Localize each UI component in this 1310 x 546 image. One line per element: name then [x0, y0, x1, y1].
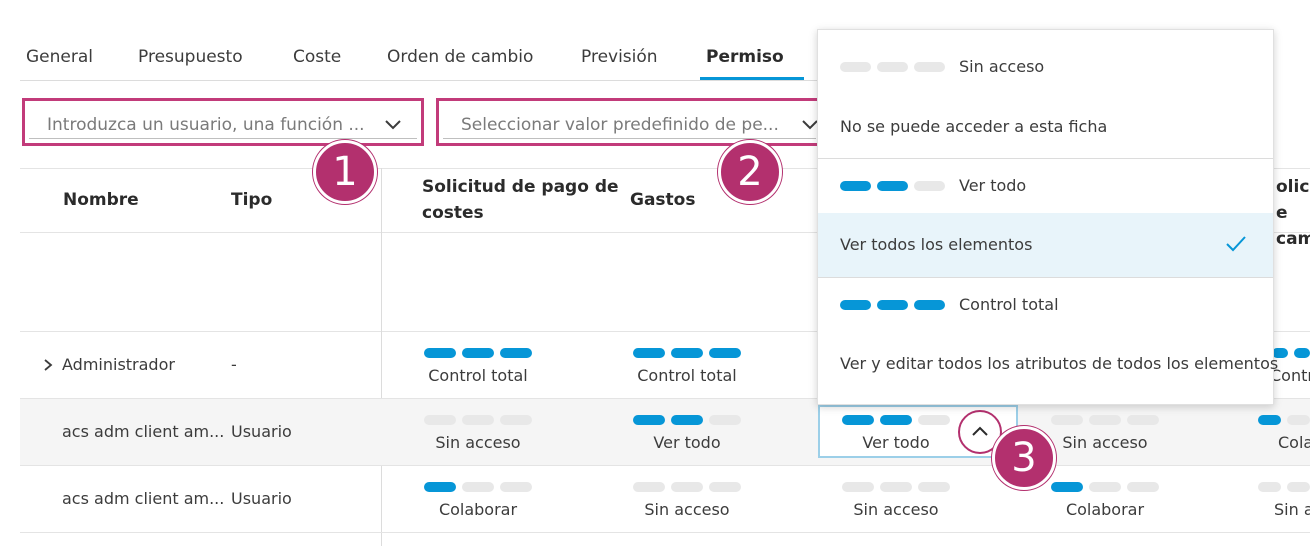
permission-level-bars	[840, 181, 945, 191]
permission-level-bars	[840, 300, 945, 310]
column-header-cost-payment: Solicitud de pago de costes	[422, 177, 619, 223]
permission-level-bars	[418, 348, 538, 358]
chevron-down-icon[interactable]	[383, 114, 403, 134]
chevron-up-icon	[972, 426, 988, 436]
permission-cell[interactable]: Cola	[1258, 415, 1310, 452]
column-header-expenses: Gastos	[630, 190, 696, 210]
column-header-name: Nombre	[63, 190, 139, 210]
permission-level-bars	[1045, 415, 1165, 425]
permission-level-bars	[836, 482, 956, 492]
row-type: -	[231, 355, 237, 374]
permission-cell[interactable]: Control total	[418, 348, 538, 385]
permission-level-bars	[418, 482, 538, 492]
permission-level-dropdown: Sin acceso No se puede acceder a esta fi…	[817, 29, 1278, 406]
tab-coste[interactable]: Coste	[293, 47, 341, 67]
tab-permiso[interactable]: Permiso	[706, 47, 784, 67]
permission-cell[interactable]: Sin a	[1258, 482, 1310, 519]
callout-marker-1: 1	[313, 140, 377, 204]
permission-level-bars	[840, 62, 945, 72]
option-sin-acceso[interactable]: Sin acceso No se puede acceder a esta fi…	[818, 30, 1273, 158]
permission-cell[interactable]: Control total	[627, 348, 747, 385]
preset-permission-filter[interactable]: Seleccionar valor predefinido de pe...	[436, 98, 820, 146]
permission-cell[interactable]: Sin acceso	[836, 482, 956, 519]
user-role-filter[interactable]: Introduzca un usuario, una función ...	[22, 98, 424, 146]
option-ver-todo[interactable]: Ver todo Ver todos los elementos	[818, 159, 1273, 277]
callout-marker-3: 3	[992, 426, 1056, 490]
permission-level-bars	[627, 348, 747, 358]
column-header-type: Tipo	[231, 190, 273, 210]
permission-level-bars	[1258, 415, 1310, 425]
permission-cell[interactable]: Ver todo	[627, 415, 747, 452]
row-name-administrador[interactable]: Administrador	[62, 355, 175, 374]
active-tab-indicator	[700, 77, 804, 80]
expand-chevron-icon[interactable]	[42, 358, 54, 372]
tab-bar: General Presupuesto Coste Orden de cambi…	[20, 44, 820, 81]
tab-orden-de-cambio[interactable]: Orden de cambio	[387, 47, 533, 67]
permission-cell[interactable]: Colaborar	[418, 482, 538, 519]
frozen-column-divider	[381, 168, 382, 546]
preset-filter-placeholder: Seleccionar valor predefinido de pe...	[461, 115, 779, 135]
row-type: Usuario	[231, 422, 292, 441]
user-filter-placeholder: Introduzca un usuario, una función ...	[47, 115, 365, 135]
permission-level-bars	[1045, 482, 1165, 492]
permission-cell[interactable]: Ver todo	[836, 415, 956, 452]
permission-cell[interactable]: Colaborar	[1045, 482, 1165, 519]
tab-general[interactable]: General	[26, 47, 93, 67]
permission-level-bars	[1258, 482, 1310, 492]
permission-level-bars	[836, 415, 956, 425]
permission-level-bars	[627, 415, 747, 425]
check-icon	[1226, 236, 1246, 252]
row-name-user[interactable]: acs adm client am...	[62, 422, 224, 441]
row-name-user[interactable]: acs adm client am...	[62, 489, 224, 508]
permission-cell[interactable]: Sin acceso	[627, 482, 747, 519]
tab-presupuesto[interactable]: Presupuesto	[138, 47, 243, 67]
row-type: Usuario	[231, 489, 292, 508]
tab-prevision[interactable]: Previsión	[581, 47, 658, 67]
permission-cell[interactable]: Sin acceso	[418, 415, 538, 452]
permission-level-bars	[627, 482, 747, 492]
permission-cell[interactable]: Sin acceso	[1045, 415, 1165, 452]
column-header-change-request: olicit e cam	[1276, 177, 1310, 249]
option-control-total[interactable]: Control total Ver y editar todos los atr…	[818, 278, 1278, 406]
callout-marker-2: 2	[718, 140, 782, 204]
permission-level-bars	[418, 415, 538, 425]
